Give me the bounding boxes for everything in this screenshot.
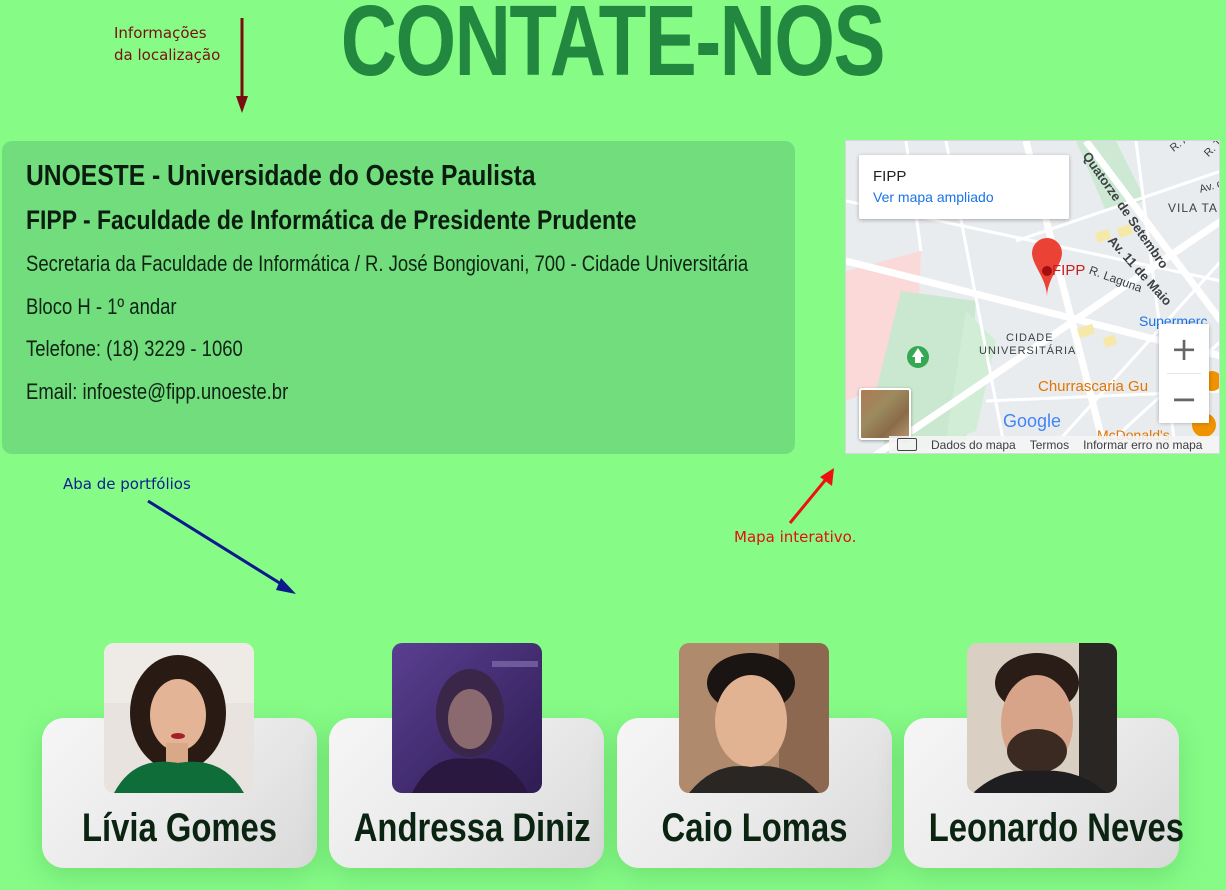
block-text: Bloco H - 1º andar [26, 293, 177, 319]
keyboard-icon[interactable] [897, 438, 917, 451]
map-district-label: CIDADE [1006, 332, 1054, 344]
google-logo: Google [1003, 411, 1062, 431]
portfolio-name[interactable]: Leonardo Neves [929, 800, 1184, 856]
interactive-map[interactable]: FIPP Quatorze de Setembro Av. 11 de Maio… [845, 140, 1220, 454]
location-annotation-line1: Informações [114, 24, 207, 42]
location-annotation-line2: da localização [114, 46, 221, 64]
zoom-out-button[interactable]: − [1159, 374, 1209, 423]
arrow-diagonal-blue-icon [147, 499, 296, 594]
map-district-label: VILA TA [1168, 201, 1218, 215]
marker-label: FIPP [1052, 262, 1086, 279]
portfolio-name[interactable]: Andressa Diniz [354, 800, 591, 856]
contact-info-card: UNOESTE - Universidade do Oeste Paulista… [2, 141, 795, 454]
map-place-card: FIPP Ver mapa ampliado [859, 155, 1069, 219]
map-district-label: UNIVERSITÁRIA [979, 345, 1077, 357]
zoom-in-button[interactable]: + [1159, 324, 1209, 373]
phone-text: Telefone: (18) 3229 - 1060 [26, 336, 243, 361]
avatar[interactable] [967, 643, 1117, 793]
university-heading: UNOESTE - Universidade do Oeste Paulista [26, 160, 536, 192]
portfolio-annotation: Aba de portfólios [63, 475, 191, 493]
email-text: Email: infoeste@fipp.unoeste.br [26, 378, 289, 404]
avatar[interactable] [104, 643, 254, 793]
page-title: CONTATE-NOS [340, 0, 886, 97]
location-annotation: Informações da localização [114, 22, 220, 66]
avatar[interactable] [392, 643, 542, 793]
report-error-link[interactable]: Informar erro no mapa [1083, 438, 1202, 452]
map-data-link[interactable]: Dados do mapa [931, 438, 1016, 452]
avatar[interactable] [679, 643, 829, 793]
map-poi-label: Churrascaria Gu [1038, 378, 1149, 395]
satellite-toggle[interactable] [859, 388, 911, 440]
faculty-heading: FIPP - Faculdade de Informática de Presi… [26, 205, 637, 235]
portfolio-name[interactable]: Lívia Gomes [67, 800, 293, 856]
terms-link[interactable]: Termos [1030, 438, 1069, 452]
portfolio-name[interactable]: Caio Lomas [642, 800, 868, 856]
map-place-title: FIPP [873, 168, 907, 185]
map-annotation: Mapa interativo. [734, 528, 857, 546]
address-text: Secretaria da Faculdade de Informática /… [26, 251, 749, 276]
map-footer: Dados do mapa Termos Informar erro no ma… [889, 436, 1219, 453]
arrow-diagonal-red-icon [788, 468, 834, 524]
map-zoom-controls: + − [1159, 324, 1209, 423]
enlarge-map-link[interactable]: Ver mapa ampliado [873, 187, 1055, 207]
